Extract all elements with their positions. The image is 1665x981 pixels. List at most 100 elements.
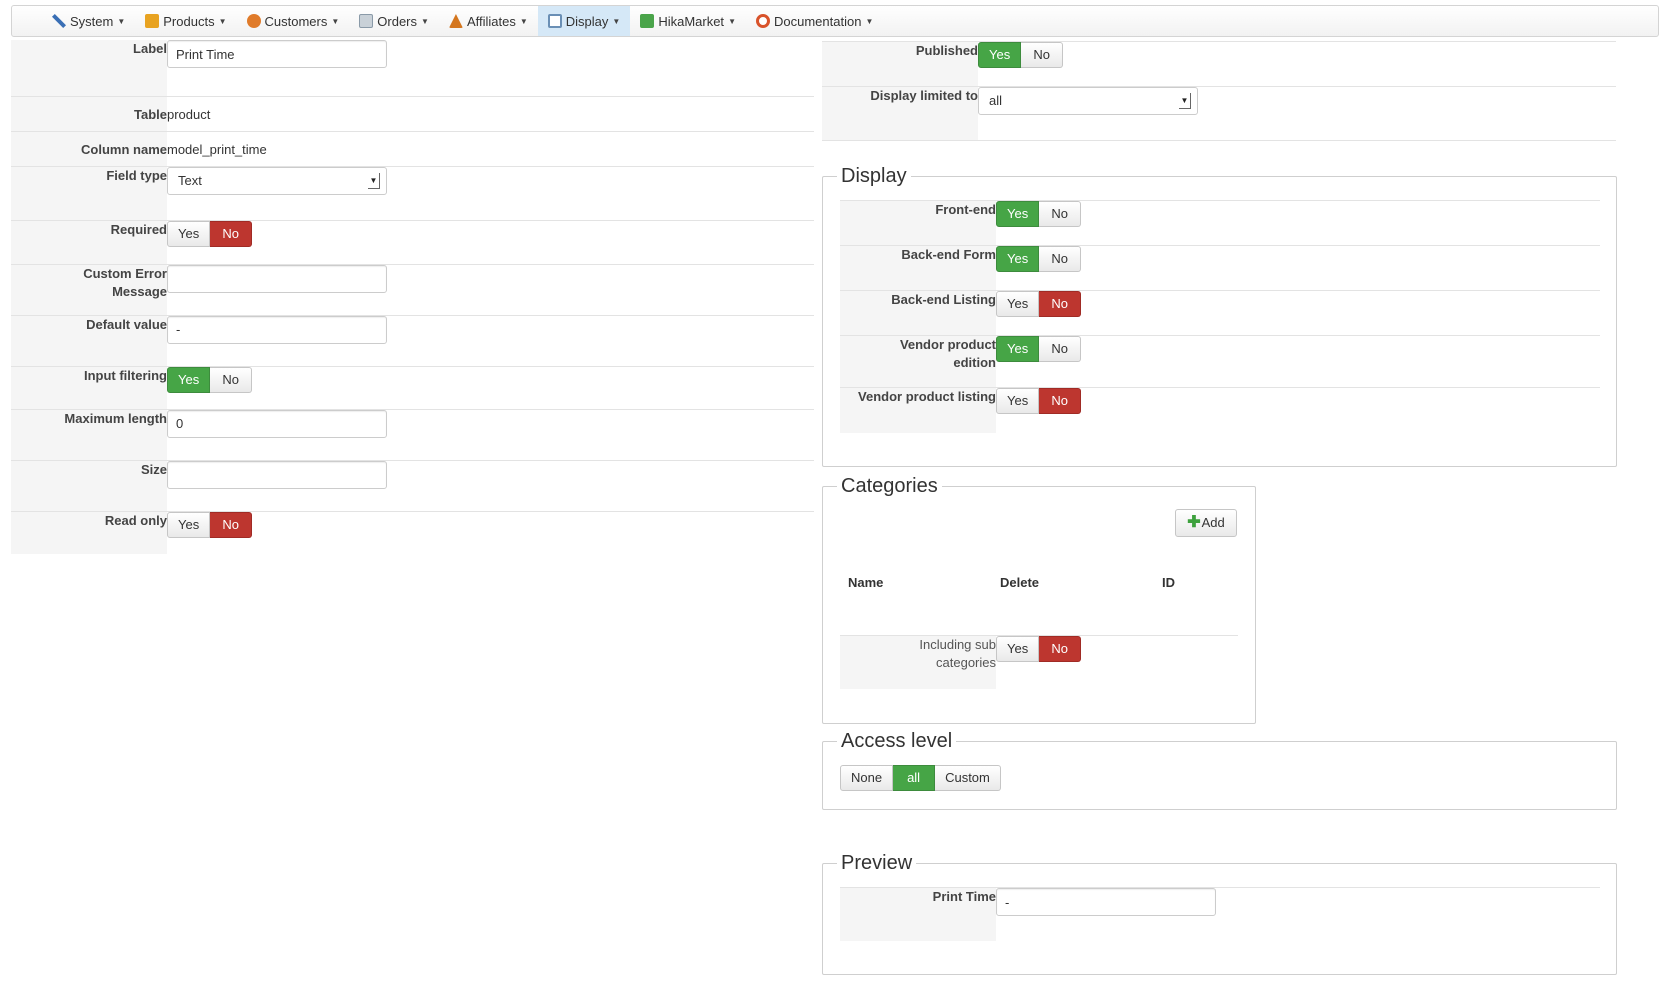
label-key: Label (11, 40, 167, 96)
chevron-down-icon: ▼ (117, 16, 126, 26)
required-no-button[interactable]: No (210, 220, 253, 247)
custom-error-key-line2: Message (112, 283, 167, 299)
display-limited-key: Display limited to (822, 86, 978, 141)
column-name-key: Column name (11, 130, 167, 166)
read-only-key: Read only (11, 510, 167, 554)
access-all-button[interactable]: all (893, 765, 936, 791)
default-value-input[interactable] (167, 315, 387, 344)
row-preview-print-time: Print Time (840, 887, 1600, 941)
category-id-header: ID (1162, 575, 1175, 590)
display-table: Front-end Yes No Back-end Form Yes No Ba… (840, 200, 1600, 433)
including-sub-yes-button[interactable]: Yes (996, 636, 1040, 662)
row-label: Label (11, 40, 814, 96)
front-end-no-button[interactable]: No (1039, 201, 1082, 227)
menu-system-label: System (70, 13, 114, 29)
field-type-select[interactable]: Text ▼ (167, 166, 387, 195)
vendor-edition-key: Vendor product edition (840, 335, 996, 388)
published-no-button[interactable]: No (1021, 42, 1064, 68)
chevron-down-icon: ▼ (728, 16, 736, 26)
row-input-filtering: Input filtering Yes No (11, 365, 814, 409)
dropdown-arrow-icon: ▼ (368, 172, 380, 189)
field-properties-table: Label Table product Column name model_pr… (11, 40, 814, 554)
chevron-down-icon: ▼ (331, 16, 340, 26)
menu-documentation[interactable]: Documentation ▼ (746, 6, 883, 36)
read-only-yes-button[interactable]: Yes (167, 511, 211, 538)
including-sub-key: Including sub categories (840, 635, 996, 689)
vendor-edition-no-button[interactable]: No (1039, 336, 1082, 362)
display-fieldset: Display Front-end Yes No Back-end Form Y… (822, 165, 1617, 467)
maximum-length-input[interactable] (167, 409, 387, 438)
backend-listing-no-button[interactable]: No (1039, 291, 1082, 317)
dropdown-arrow-icon: ▼ (1179, 93, 1191, 109)
backend-form-no-button[interactable]: No (1039, 246, 1082, 272)
read-only-no-button[interactable]: No (210, 511, 253, 538)
categories-fieldset: Categories ✚Add Name Delete ID Including… (822, 475, 1256, 724)
field-type-key: Field type (11, 165, 167, 220)
menu-system[interactable]: System ▼ (42, 6, 135, 36)
custom-error-key: Custom Error Message (11, 263, 167, 315)
top-menu-bar: System ▼ Products ▼ Customers ▼ Orders ▼… (11, 5, 1659, 37)
preview-print-time-key: Print Time (840, 887, 996, 941)
backend-listing-yes-button[interactable]: Yes (996, 291, 1040, 317)
required-yes-button[interactable]: Yes (167, 220, 211, 247)
including-sub-key-line1: Including sub (919, 637, 996, 652)
vendor-listing-no-button[interactable]: No (1039, 388, 1082, 414)
vendor-listing-key: Vendor product listing (840, 387, 996, 433)
custom-error-input[interactable] (167, 264, 387, 293)
row-front-end: Front-end Yes No (840, 200, 1600, 246)
size-input[interactable] (167, 460, 387, 489)
categories-legend: Categories (837, 475, 942, 497)
including-sub-no-button[interactable]: No (1039, 636, 1082, 662)
including-sub-toggle: Yes No (996, 636, 1082, 662)
vendor-edition-key-line1: Vendor product (899, 337, 996, 352)
orders-icon (359, 14, 374, 28)
input-filtering-yes-button[interactable]: Yes (167, 366, 211, 393)
display-limited-value: all (989, 93, 1003, 108)
hikamarket-icon (640, 14, 655, 28)
products-icon (145, 14, 160, 28)
documentation-icon (755, 14, 770, 28)
preview-legend: Preview (837, 852, 917, 874)
vendor-edition-key-line2: edition (953, 355, 996, 370)
row-size: Size (11, 459, 814, 511)
affiliates-icon (448, 14, 463, 28)
menu-products[interactable]: Products ▼ (135, 6, 236, 36)
field-type-value: Text (178, 172, 202, 188)
menu-display[interactable]: Display ▼ (537, 6, 631, 36)
chevron-down-icon: ▼ (865, 16, 874, 26)
menu-affiliates[interactable]: Affiliates ▼ (439, 6, 538, 36)
row-table: Table product (11, 95, 814, 131)
add-category-button[interactable]: ✚Add (1175, 509, 1237, 537)
access-custom-button[interactable]: Custom (935, 765, 1001, 791)
published-key: Published (822, 41, 978, 87)
size-key: Size (11, 459, 167, 511)
backend-form-key: Back-end Form (840, 245, 996, 291)
display-limited-select[interactable]: all ▼ (978, 87, 1198, 115)
preview-print-time-input[interactable] (996, 888, 1216, 916)
maximum-length-key: Maximum length (11, 408, 167, 460)
row-read-only: Read only Yes No (11, 510, 814, 554)
preview-table: Print Time (840, 887, 1600, 941)
row-backend-form: Back-end Form Yes No (840, 245, 1600, 291)
label-input[interactable] (167, 40, 387, 68)
vendor-listing-yes-button[interactable]: Yes (996, 388, 1040, 414)
categories-options-table: Including sub categories Yes No (840, 635, 1238, 689)
backend-form-yes-button[interactable]: Yes (996, 246, 1040, 272)
menu-hikamarket[interactable]: HikaMarket ▼ (630, 6, 746, 36)
row-maximum-length: Maximum length (11, 408, 814, 460)
published-yes-button[interactable]: Yes (978, 42, 1022, 68)
menu-orders[interactable]: Orders ▼ (349, 6, 439, 36)
front-end-yes-button[interactable]: Yes (996, 201, 1040, 227)
front-end-key: Front-end (840, 200, 996, 246)
column-name-value: model_print_time (167, 141, 267, 157)
menu-customers[interactable]: Customers ▼ (237, 6, 350, 36)
input-filtering-toggle: Yes No (167, 366, 253, 393)
menu-customers-label: Customers (264, 13, 328, 29)
vendor-edition-yes-button[interactable]: Yes (996, 336, 1040, 362)
input-filtering-no-button[interactable]: No (210, 366, 253, 393)
menu-orders-label: Orders (377, 13, 418, 29)
access-level-toggle: None all Custom (840, 765, 1001, 791)
menu-display-label: Display (565, 13, 609, 29)
preview-fieldset: Preview Print Time (822, 852, 1617, 975)
access-none-button[interactable]: None (840, 765, 894, 791)
